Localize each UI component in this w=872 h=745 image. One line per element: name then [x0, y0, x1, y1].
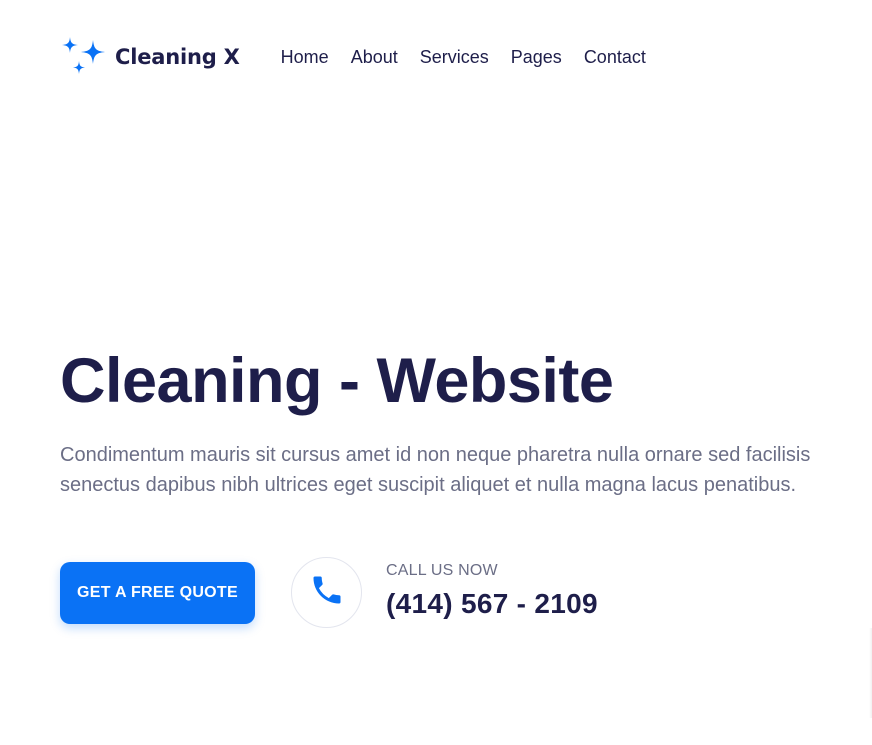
phone-call-button[interactable]: [291, 557, 362, 628]
nav-about[interactable]: About: [351, 47, 398, 68]
main-nav: Home About Services Pages Contact: [281, 47, 668, 68]
nav-services[interactable]: Services: [420, 47, 489, 68]
nav-home[interactable]: Home: [281, 47, 329, 68]
phone-number-link[interactable]: (414) 567 - 2109: [386, 588, 598, 620]
hero-title: Cleaning - Website: [60, 346, 614, 416]
site-header: Cleaning X Home About Services Pages Con…: [60, 34, 668, 80]
free-quote-button[interactable]: GET A FREE QUOTE: [60, 562, 255, 624]
brand-name: Cleaning X: [115, 45, 240, 69]
nav-contact[interactable]: Contact: [584, 47, 646, 68]
sparkle-icon: [60, 36, 108, 78]
phone-icon: [309, 572, 345, 613]
nav-pages[interactable]: Pages: [511, 47, 562, 68]
call-us-label: CALL US NOW: [386, 562, 498, 579]
logo-link[interactable]: Cleaning X: [60, 36, 240, 78]
hero-description: Condimentum mauris sit cursus amet id no…: [60, 444, 811, 496]
